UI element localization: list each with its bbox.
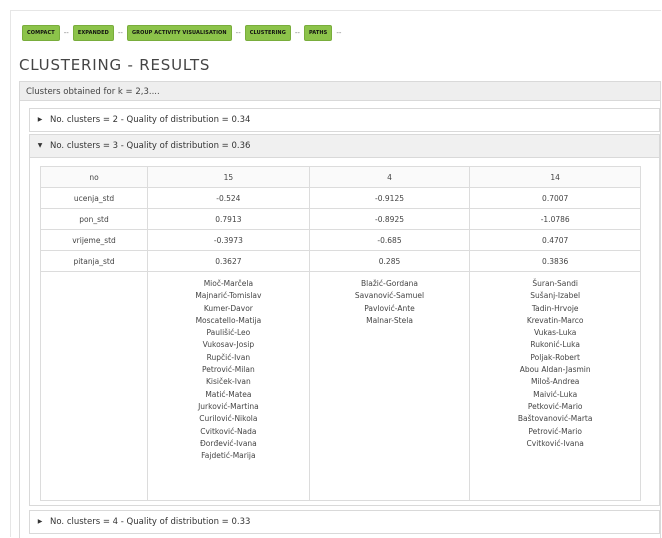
table-cell: -0.524 <box>147 187 310 209</box>
list-item: Šuran-Sandi <box>532 279 578 288</box>
list-item: Vukosav-Josip <box>202 340 255 350</box>
breadcrumb-separator: -- <box>117 29 123 37</box>
table-cell: 15 <box>147 166 310 188</box>
panel-header: Clusters obtained for k = 2,3.... <box>19 81 661 101</box>
table-cell: ucenja_std <box>39 187 149 209</box>
triangle-down-icon: ▼ <box>37 142 43 149</box>
accordion-header[interactable]: ▶ No. clusters = 4 - Quality of distribu… <box>30 511 659 533</box>
list-item: Poljak-Robert <box>530 352 580 362</box>
table-cell <box>39 271 149 501</box>
list-item: Curilović-Nikola <box>199 414 258 424</box>
accordion-label: No. clusters = 2 - Quality of distributi… <box>50 115 251 125</box>
table-row: pon_std 0.7913 -0.8925 -1.0786 <box>39 208 641 230</box>
list-item: Petković-Mario <box>527 401 583 411</box>
table-cell: 14 <box>469 166 641 188</box>
list-item: Miloš-Andrea <box>530 377 580 387</box>
table-row: vrijeme_std -0.3973 -0.685 0.4707 <box>39 229 641 251</box>
triangle-right-icon: ▶ <box>37 116 43 123</box>
breadcrumb-paths[interactable]: PATHS <box>303 25 333 41</box>
table-cell: 0.3627 <box>147 250 310 272</box>
accordion-clusters-2[interactable]: ▶ No. clusters = 2 - Quality of distribu… <box>29 108 660 132</box>
list-item: Mioč-Marčela <box>203 279 254 288</box>
list-item: Majnarić-Tomislav <box>195 291 262 301</box>
list-item: Malnar-Stela <box>366 315 413 325</box>
breadcrumb-separator: -- <box>294 29 300 37</box>
list-item: Krevatin-Marco <box>526 315 584 325</box>
accordion-label: No. clusters = 4 - Quality of distributi… <box>50 517 251 527</box>
list-item: Cvitković-Ivana <box>526 438 584 448</box>
breadcrumb-group-activity[interactable]: GROUP ACTIVITY VISUALISATION <box>126 25 232 41</box>
breadcrumb: COMPACT -- EXPANDED -- GROUP ACTIVITY VI… <box>22 25 345 41</box>
list-item: Savanović-Samuel <box>354 291 425 301</box>
accordion-clusters-4[interactable]: ▶ No. clusters = 4 - Quality of distribu… <box>29 510 660 534</box>
list-item: Blažić-Gordana <box>361 279 419 288</box>
list-item: Matić-Matea <box>205 389 252 399</box>
list-item: Cvitković-Nada <box>200 426 257 436</box>
table-cell: vrijeme_std <box>39 229 149 251</box>
table-cell: no <box>39 166 149 188</box>
list-item: Pavlović-Ante <box>364 303 415 313</box>
table-row: pitanja_std 0.3627 0.285 0.3836 <box>39 250 641 272</box>
table-cell: 0.7913 <box>147 208 310 230</box>
list-item: Petrović-Milan <box>202 365 255 375</box>
breadcrumb-expanded[interactable]: EXPANDED <box>72 25 114 41</box>
list-item: Fajdetić-Marija <box>201 451 256 461</box>
page-title: CLUSTERING - RESULTS <box>19 56 211 74</box>
triangle-right-icon: ▶ <box>37 518 43 525</box>
list-item: Baštovanović-Marta <box>517 414 593 424</box>
table-cell: pon_std <box>39 208 149 230</box>
table-cell: -0.9125 <box>308 187 471 209</box>
table-cell: 4 <box>308 166 471 188</box>
table-row: ucenja_std -0.524 -0.9125 0.7007 <box>39 187 641 209</box>
list-item: Petrović-Mario <box>528 426 582 436</box>
cluster-table: no 15 4 14 ucenja_std -0.524 -0.9125 0.7… <box>39 166 641 501</box>
list-item: Jurković-Martina <box>198 401 259 411</box>
list-item: Kumer-Davor <box>203 303 253 313</box>
table-cell: 0.285 <box>308 250 471 272</box>
accordion-label: No. clusters = 3 - Quality of distributi… <box>50 141 251 151</box>
list-item: Paulišić-Leo <box>206 328 251 338</box>
list-item: Maivić-Luka <box>533 389 578 399</box>
list-item: Rupčić-Ivan <box>206 352 251 362</box>
table-cell: -0.8925 <box>308 208 471 230</box>
table-cell: -0.685 <box>308 229 471 251</box>
members-cell: Blažić-Gordana Savanović-Samuel Pavlović… <box>308 271 471 501</box>
table-cell: 0.7007 <box>469 187 641 209</box>
list-item: Rukonić-Luka <box>530 340 580 350</box>
table-header-row: no 15 4 14 <box>39 166 641 188</box>
list-item: Abou Aldan-Jasmin <box>519 365 591 375</box>
table-cell: -1.0786 <box>469 208 641 230</box>
table-cell: 0.4707 <box>469 229 641 251</box>
members-cell: Mioč-Marčela Majnarić-Tomislav Kumer-Dav… <box>147 271 310 501</box>
breadcrumb-compact[interactable]: COMPACT <box>22 25 60 41</box>
table-cell: 0.3836 <box>469 250 641 272</box>
breadcrumb-clustering[interactable]: CLUSTERING <box>244 25 291 41</box>
list-item: Vukas-Luka <box>533 328 577 338</box>
list-item: Sušanj-Izabel <box>530 291 581 301</box>
table-cell: -0.3973 <box>147 229 310 251</box>
members-cell: Šuran-Sandi Sušanj-Izabel Tadin-Hrvoje K… <box>469 271 641 501</box>
list-item: Đorđević-Ivana <box>199 438 257 448</box>
breadcrumb-separator: -- <box>63 29 69 37</box>
breadcrumb-separator: -- <box>336 29 342 37</box>
table-cell: pitanja_std <box>39 250 149 272</box>
accordion-header[interactable]: ▶ No. clusters = 2 - Quality of distribu… <box>30 109 659 131</box>
accordion-header[interactable]: ▼ No. clusters = 3 - Quality of distribu… <box>30 135 659 158</box>
members-row: Mioč-Marčela Majnarić-Tomislav Kumer-Dav… <box>39 271 641 501</box>
list-item: Moscatello-Matija <box>195 315 262 325</box>
list-item: Kisiček-Ivan <box>205 377 251 387</box>
list-item: Tadin-Hrvoje <box>531 303 579 313</box>
breadcrumb-separator: -- <box>235 29 241 37</box>
